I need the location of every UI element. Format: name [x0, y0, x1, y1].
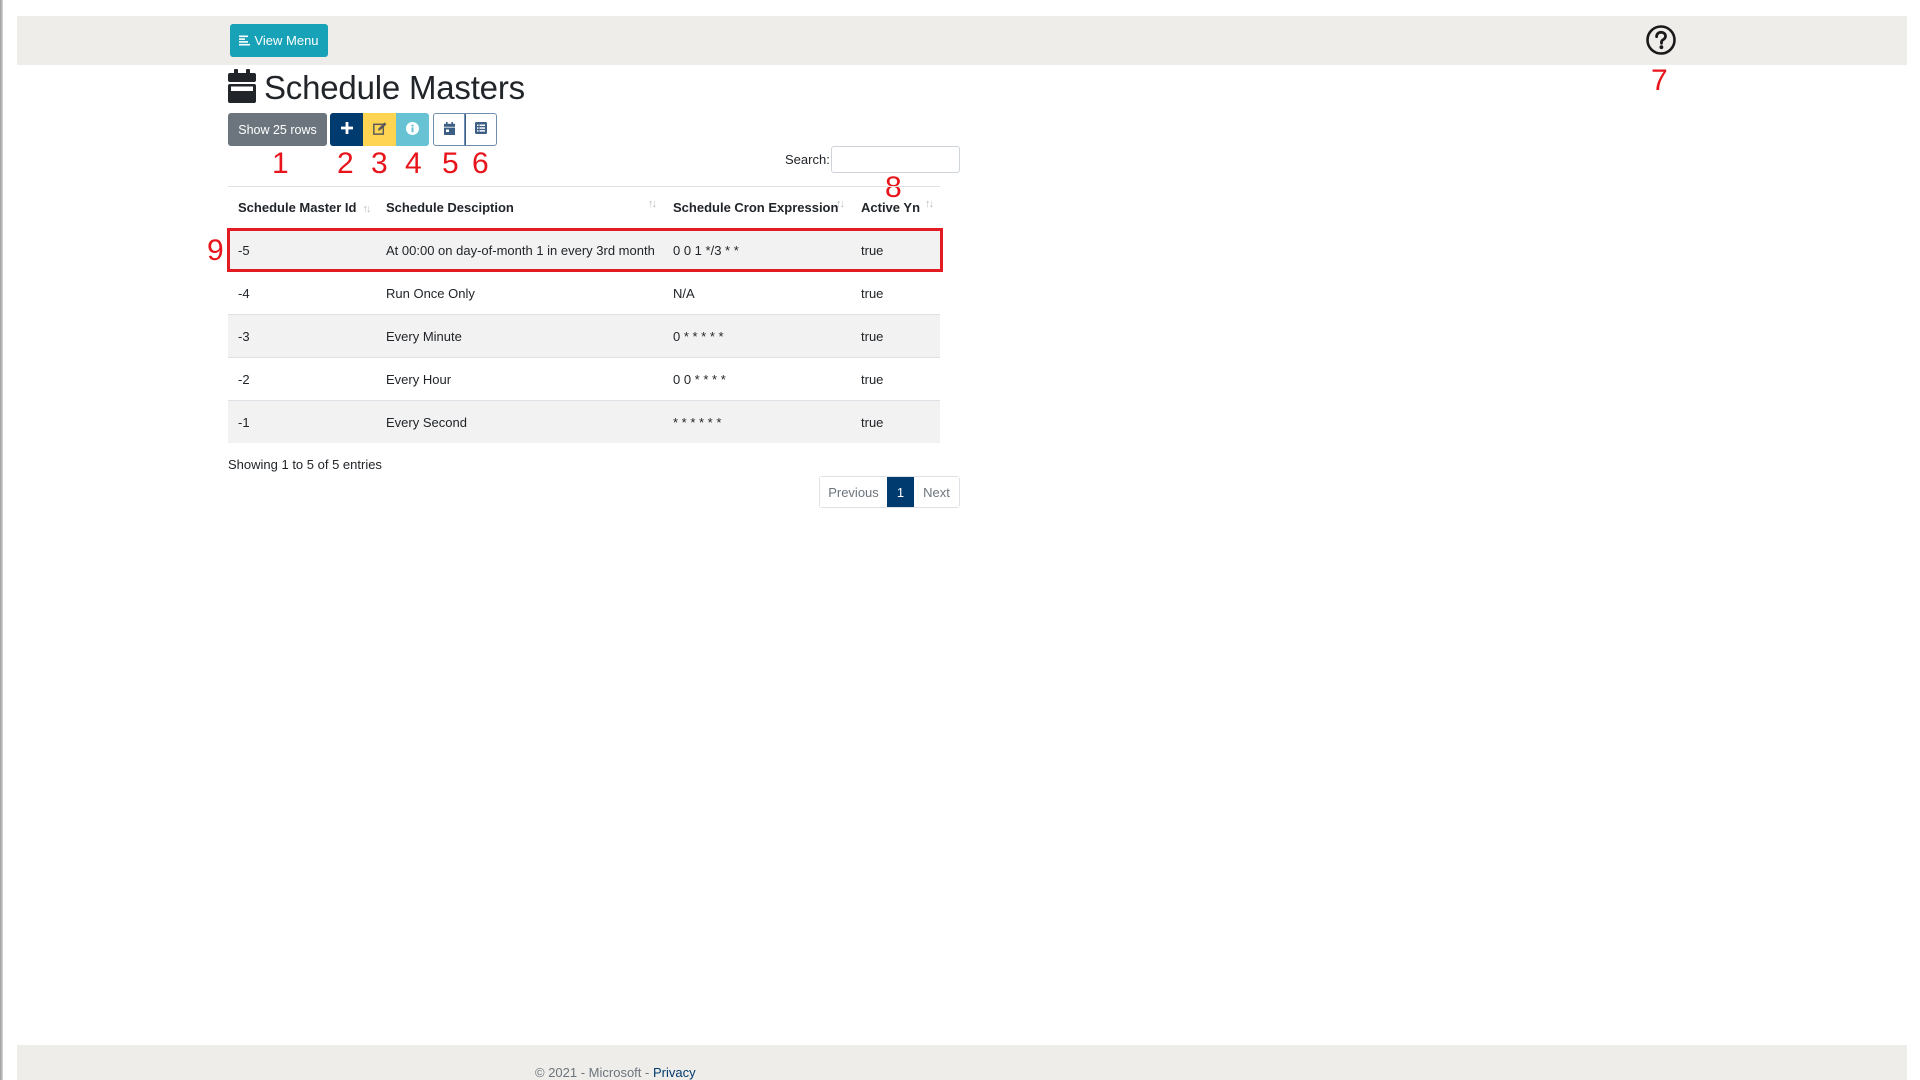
table-info: Showing 1 to 5 of 5 entries	[228, 457, 382, 472]
cell-active: true	[851, 271, 940, 315]
cell-description: At 00:00 on day-of-month 1 in every 3rd …	[376, 227, 663, 272]
column-header-active-yn[interactable]: Active Yn ↑↓	[851, 186, 940, 229]
calendar-icon	[443, 121, 455, 138]
sort-icon: ↑↓	[925, 198, 934, 210]
privacy-link[interactable]: Privacy	[653, 1065, 696, 1080]
cell-id: -5	[228, 227, 376, 272]
table-row[interactable]: -1 Every Second * * * * * * true	[228, 400, 940, 443]
cell-active: true	[851, 400, 940, 443]
footer-copyright: © 2021 - Microsoft -	[535, 1065, 653, 1080]
view-menu-label: View Menu	[254, 33, 319, 48]
sort-icon: ↑↓	[648, 198, 657, 210]
question-circle-icon[interactable]	[1645, 24, 1677, 56]
list-button[interactable]	[465, 113, 497, 146]
annotation-5: 5	[442, 147, 459, 180]
sort-icon: ↑↓	[836, 198, 845, 210]
cell-active: true	[851, 227, 940, 272]
show-rows-button[interactable]: Show 25 rows	[228, 113, 327, 146]
annotation-2: 2	[337, 147, 354, 180]
table-toolbar: Show 25 rows	[228, 113, 497, 146]
list-icon	[475, 122, 487, 137]
menu-lines-icon	[239, 35, 251, 46]
search-label: Search:	[785, 152, 830, 167]
schedule-masters-table: Schedule Master Id ↑↓ Schedule Desciption…	[228, 186, 940, 443]
cell-id: -3	[228, 314, 376, 358]
pagination-page-1[interactable]: 1	[887, 477, 914, 507]
table-row[interactable]: -5 At 00:00 on day-of-month 1 in every 3…	[228, 227, 940, 272]
page-title: Schedule Masters	[264, 69, 525, 106]
cell-active: true	[851, 357, 940, 401]
annotation-7: 7	[1651, 64, 1668, 97]
cell-active: true	[851, 314, 940, 358]
cell-cron: 0 * * * * *	[663, 314, 851, 358]
page-header: Schedule Masters	[228, 68, 525, 108]
cell-description: Every Hour	[376, 357, 663, 401]
plus-icon	[340, 122, 353, 137]
table-header-row: Schedule Master Id ↑↓ Schedule Desciption…	[228, 186, 940, 229]
cell-description: Every Second	[376, 400, 663, 443]
pagination-next[interactable]: Next	[914, 477, 959, 507]
pagination: Previous 1 Next	[819, 476, 960, 508]
column-header-schedule-master-id[interactable]: Schedule Master Id ↑↓	[228, 186, 376, 229]
annotation-4: 4	[405, 147, 422, 180]
pagination-previous[interactable]: Previous	[820, 477, 887, 507]
table-row[interactable]: -2 Every Hour 0 0 * * * * true	[228, 357, 940, 401]
view-menu-button[interactable]: View Menu	[230, 24, 328, 57]
search-input[interactable]	[831, 146, 960, 173]
annotation-3: 3	[371, 147, 388, 180]
cell-id: -4	[228, 271, 376, 315]
sort-icon: ↑↓	[362, 202, 371, 215]
cell-cron: N/A	[663, 271, 851, 315]
column-header-schedule-cron-expression[interactable]: Schedule Cron Expression ↑↓	[663, 186, 851, 229]
cell-id: -1	[228, 400, 376, 443]
show-rows-label: Show 25 rows	[238, 122, 317, 137]
cell-description: Every Minute	[376, 314, 663, 358]
footer	[17, 1045, 1907, 1080]
window-left-edge	[0, 0, 3, 1080]
table-row[interactable]: -4 Run Once Only N/A true	[228, 271, 940, 315]
table-row[interactable]: -3 Every Minute 0 * * * * * true	[228, 314, 940, 358]
cell-description: Run Once Only	[376, 271, 663, 315]
calendar-icon	[228, 68, 256, 108]
cell-cron: * * * * * *	[663, 400, 851, 443]
edit-button[interactable]	[363, 113, 396, 146]
info-circle-icon	[406, 121, 419, 138]
cell-cron: 0 0 1 */3 * *	[663, 227, 851, 272]
annotation-1: 1	[272, 147, 289, 180]
calendar-button[interactable]	[433, 113, 465, 146]
edit-icon	[372, 121, 387, 138]
footer-text: © 2021 - Microsoft - Privacy	[535, 1065, 696, 1080]
column-header-schedule-description[interactable]: Schedule Desciption ↑↓	[376, 186, 663, 229]
info-button[interactable]	[396, 113, 429, 146]
cell-cron: 0 0 * * * *	[663, 357, 851, 401]
cell-id: -2	[228, 357, 376, 401]
annotation-9: 9	[207, 234, 224, 267]
add-button[interactable]	[330, 113, 363, 146]
annotation-6: 6	[472, 147, 489, 180]
